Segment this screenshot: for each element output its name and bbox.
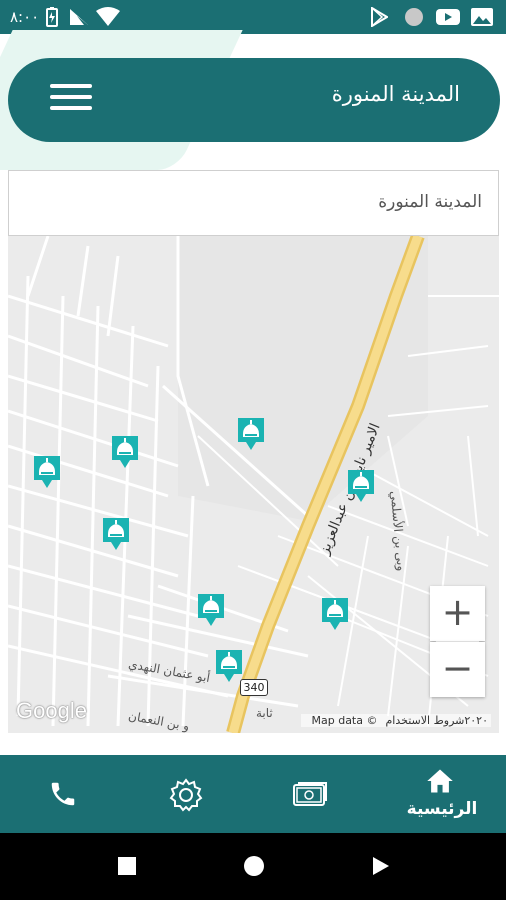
status-bar: ٨:٠٠ — [0, 0, 506, 34]
play-store-icon — [371, 7, 388, 27]
road-label-4: ثابة — [256, 706, 273, 720]
zoom-out-button[interactable]: − — [430, 642, 485, 697]
app-header: المدينة المنورة — [8, 58, 500, 142]
nav-donations[interactable] — [292, 755, 328, 833]
gallery-icon — [471, 8, 493, 26]
nav-settings[interactable] — [168, 755, 204, 833]
zoom-divider — [436, 641, 479, 642]
mosque-marker-icon[interactable] — [214, 648, 244, 684]
wifi-icon — [96, 7, 120, 26]
home-icon — [427, 769, 453, 793]
city-field[interactable]: المدينة المنورة — [8, 170, 499, 236]
recents-button[interactable] — [118, 857, 136, 875]
bottom-nav: الرئيسية — [0, 755, 506, 833]
money-icon — [293, 782, 327, 806]
signal-icon — [70, 9, 88, 25]
google-logo: Google — [16, 698, 87, 723]
mosque-marker-icon[interactable] — [346, 468, 376, 504]
mosque-marker-icon[interactable] — [196, 592, 226, 628]
highway-shield: 340 — [240, 679, 268, 696]
circle-icon — [405, 8, 423, 26]
home-button[interactable] — [244, 856, 264, 876]
mosque-marker-icon[interactable] — [320, 596, 350, 632]
status-time: ٨:٠٠ — [10, 8, 40, 26]
back-button[interactable] — [372, 856, 390, 876]
map-view[interactable]: الامير نايف بن عبدالعزيز أبو عثمان النهد… — [8, 236, 499, 733]
city-field-value: المدينة المنورة — [378, 192, 482, 212]
page-title: المدينة المنورة — [331, 82, 460, 106]
nav-home[interactable]: الرئيسية — [407, 755, 477, 833]
mosque-marker-icon[interactable] — [101, 516, 131, 552]
map-streets — [8, 236, 499, 733]
mosque-marker-icon[interactable] — [236, 416, 266, 452]
map-attribution: Map data ©٢٠٢٠شروط الاستخدام — [300, 714, 491, 727]
mosque-marker-icon[interactable] — [110, 434, 140, 470]
nav-phone[interactable] — [46, 755, 80, 833]
youtube-icon — [436, 9, 460, 25]
mosque-marker-icon[interactable] — [32, 454, 62, 490]
phone-icon — [51, 782, 75, 806]
hamburger-menu-icon[interactable] — [50, 84, 92, 116]
system-nav-bar — [0, 833, 506, 900]
nav-home-label: الرئيسية — [406, 799, 478, 819]
terms-link[interactable]: شروط الاستخدام — [385, 714, 464, 727]
battery-icon — [46, 7, 58, 27]
zoom-in-button[interactable]: + — [430, 586, 485, 641]
app-screen: ٨:٠٠ المدينة المنورة المدينة المنورة الا… — [0, 0, 506, 900]
settings-icon — [169, 778, 203, 812]
